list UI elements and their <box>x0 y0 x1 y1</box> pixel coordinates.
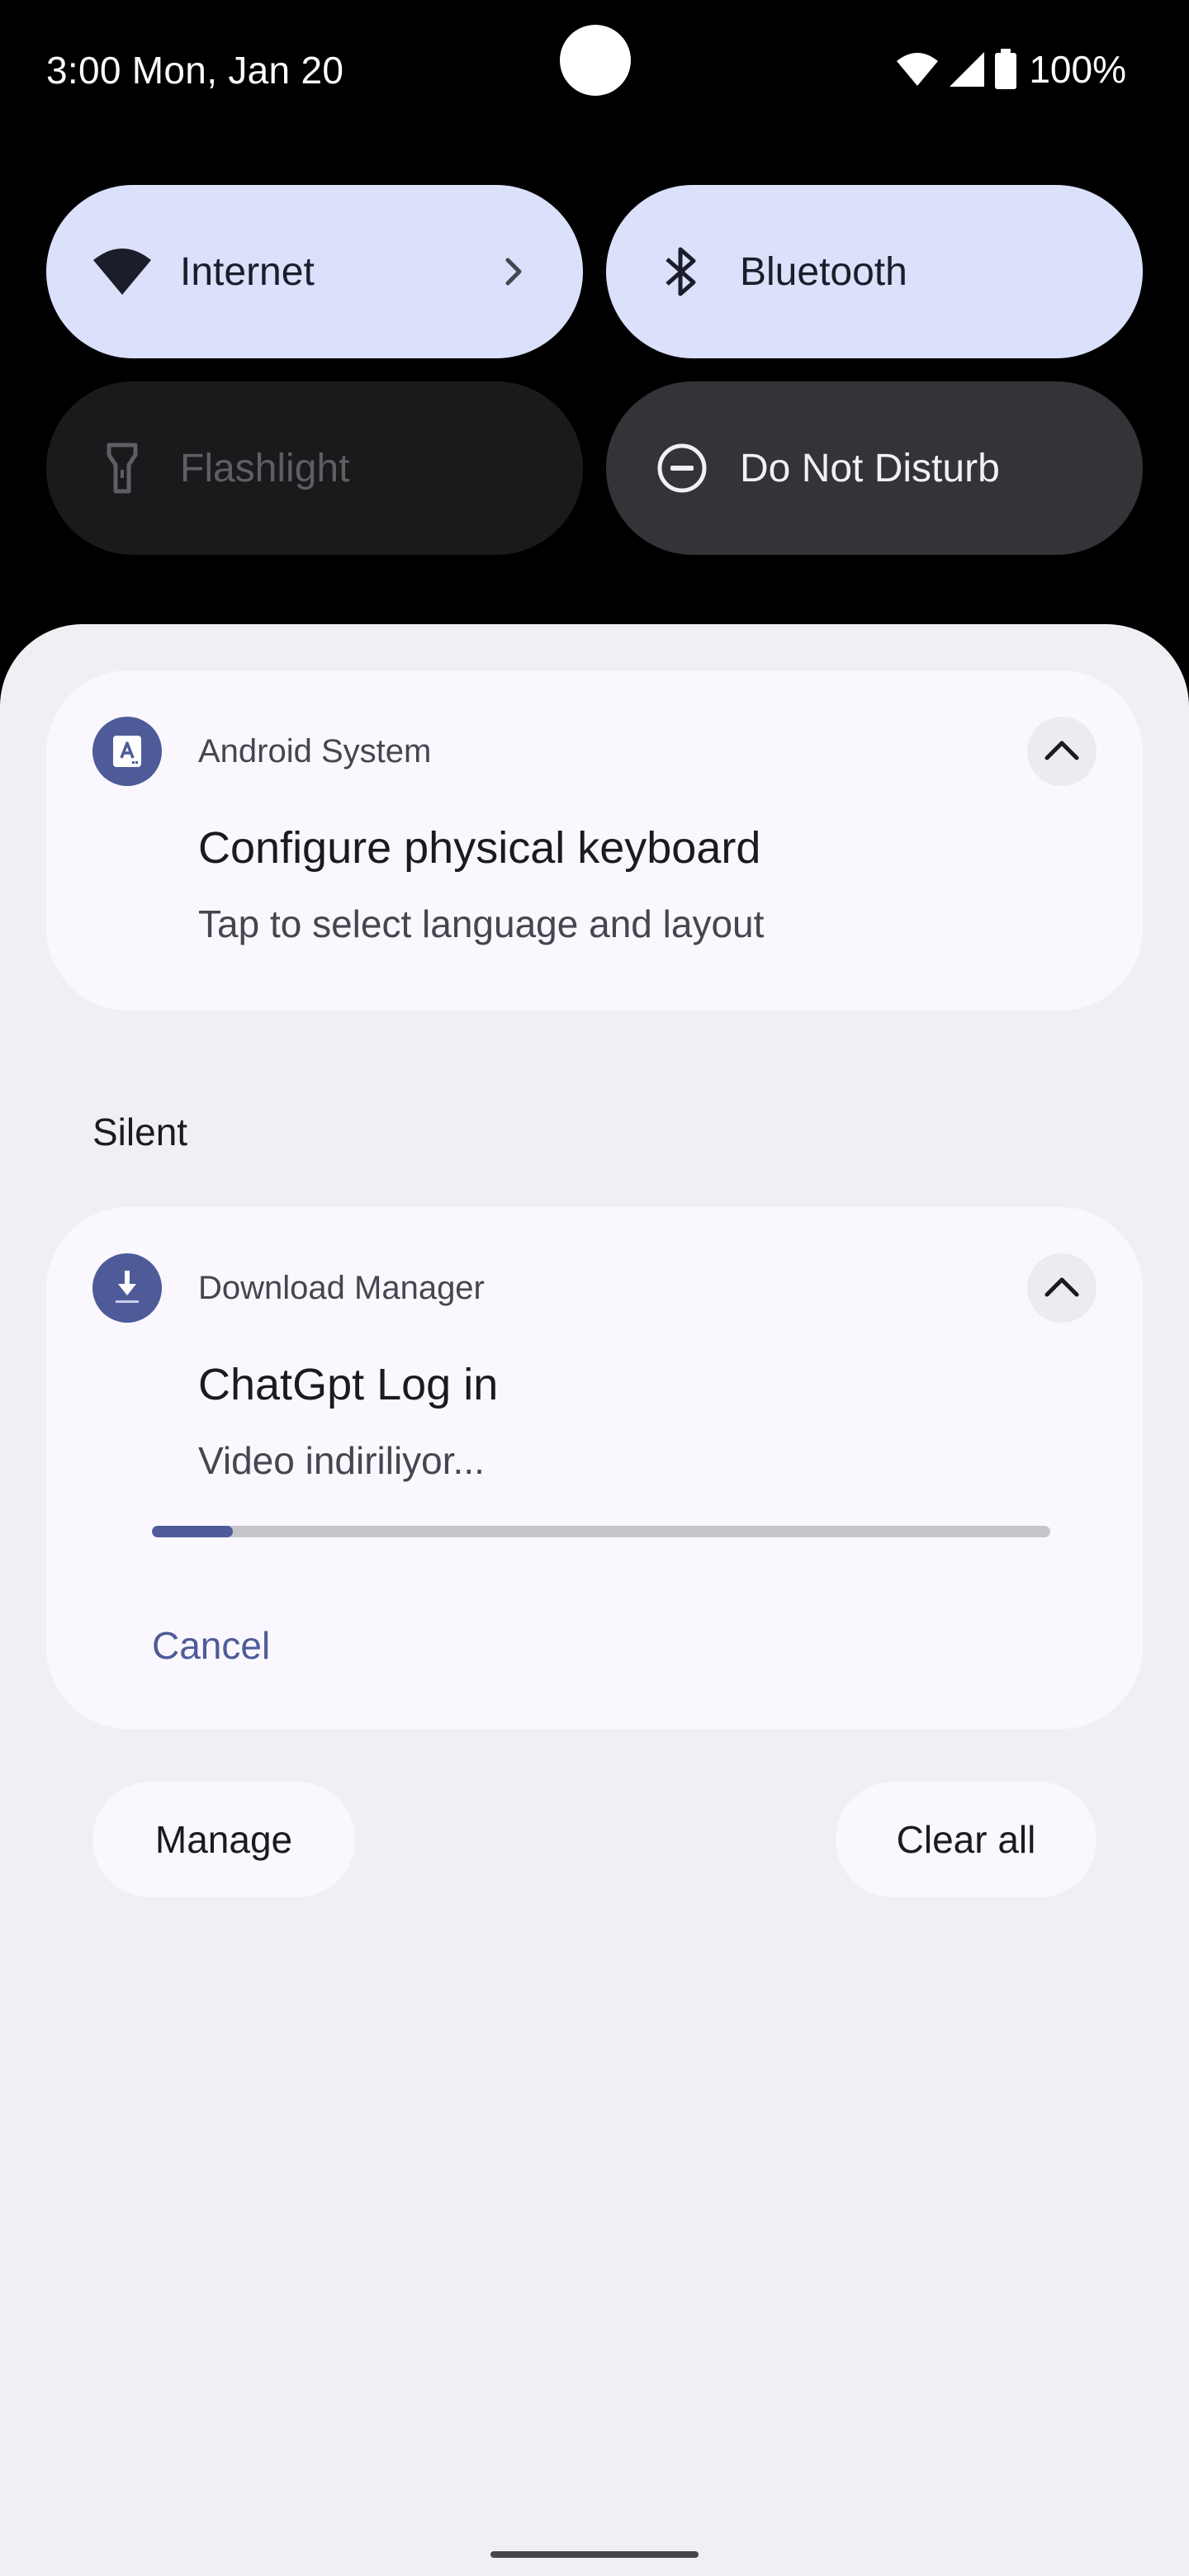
keyboard-icon <box>92 717 162 786</box>
download-icon <box>92 1253 162 1323</box>
internet-tile-label: Internet <box>180 249 315 294</box>
wifi-icon <box>89 239 155 305</box>
battery-icon <box>994 49 1017 90</box>
notification-title: Configure physical keyboard <box>198 823 761 873</box>
manage-button[interactable]: Manage <box>92 1782 355 1897</box>
download-progress-bar <box>152 1526 1050 1537</box>
bluetooth-icon <box>649 239 715 305</box>
keyboard-notification[interactable]: Android System Configure physical keyboa… <box>46 670 1143 1011</box>
cell-signal-icon <box>948 50 986 88</box>
battery-percentage: 100% <box>1029 48 1126 91</box>
notification-app-name: Download Manager <box>198 1270 485 1306</box>
status-time: 3:00 Mon, Jan 20 <box>46 49 344 92</box>
notification-shade-screen: 3:00 Mon, Jan 20 100% Internet Bluetooth… <box>0 0 1189 2576</box>
bluetooth-tile[interactable]: Bluetooth <box>606 185 1143 358</box>
flashlight-tile[interactable]: Flashlight <box>46 381 583 555</box>
notification-title: ChatGpt Log in <box>198 1360 499 1409</box>
bluetooth-tile-label: Bluetooth <box>740 249 907 294</box>
status-icons: 100% <box>895 46 1126 92</box>
chevron-up-icon <box>1044 738 1080 765</box>
notification-text: Tap to select language and layout <box>198 902 765 945</box>
cancel-download-button[interactable]: Cancel <box>152 1623 270 1668</box>
camera-cutout <box>560 25 631 96</box>
wifi-icon <box>895 51 940 88</box>
collapse-button[interactable] <box>1027 717 1097 786</box>
do-not-disturb-tile[interactable]: Do Not Disturb <box>606 381 1143 555</box>
collapse-button[interactable] <box>1027 1253 1097 1323</box>
flashlight-icon <box>89 435 155 501</box>
notification-app-name: Android System <box>198 733 432 769</box>
flashlight-tile-label: Flashlight <box>180 446 350 490</box>
do-not-disturb-icon <box>649 435 715 501</box>
chevron-right-icon <box>490 249 537 295</box>
notification-text: Video indiriliyor... <box>198 1439 485 1482</box>
silent-section-label: Silent <box>92 1110 188 1153</box>
chevron-up-icon <box>1044 1275 1080 1302</box>
download-progress-fill <box>152 1526 233 1537</box>
navigation-handle[interactable] <box>490 2551 699 2558</box>
clear-all-button[interactable]: Clear all <box>836 1782 1097 1897</box>
internet-tile[interactable]: Internet <box>46 185 583 358</box>
status-bar: 3:00 Mon, Jan 20 100% <box>0 0 1189 140</box>
do-not-disturb-tile-label: Do Not Disturb <box>740 446 1000 490</box>
